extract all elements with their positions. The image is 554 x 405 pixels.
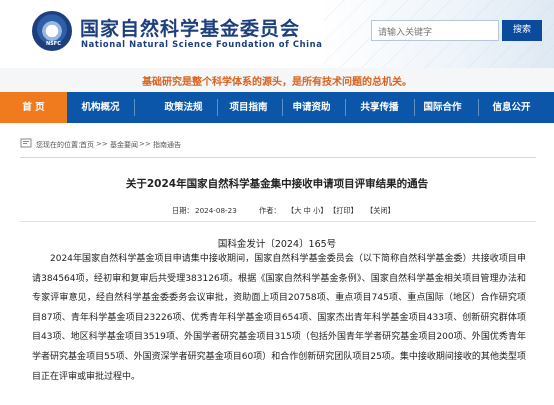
date-label: 日期： xyxy=(172,206,194,215)
close-link[interactable]: 【关闭】 xyxy=(366,206,395,216)
breadcrumb-home[interactable]: 首页 xyxy=(80,140,94,150)
breadcrumb-news[interactable]: 基金要闻 xyxy=(110,140,138,150)
nav-item-international[interactable]: 国际合作 xyxy=(409,92,476,123)
nav-item-guide[interactable]: 项目指南 xyxy=(215,92,282,123)
breadcrumb-separator: >> xyxy=(139,140,151,148)
breadcrumb-prefix: 您现在的位置： xyxy=(36,141,85,149)
logo-emblem-icon xyxy=(40,20,64,42)
nav-item-policy[interactable]: 政策法规 xyxy=(150,92,217,123)
page: NSFC 国家自然科学基金委员会 National Natural Scienc… xyxy=(0,0,554,405)
site-header: NSFC 国家自然科学基金委员会 National Natural Scienc… xyxy=(0,0,554,68)
breadcrumb-notice[interactable]: 指南通告 xyxy=(153,140,181,150)
nav-separator xyxy=(134,99,135,116)
nav-item-about[interactable]: 机构概况 xyxy=(67,92,134,123)
nsfc-logo[interactable]: NSFC xyxy=(32,11,72,51)
nav-item-disclosure[interactable]: 信息公开 xyxy=(478,92,545,123)
breadcrumb-divider xyxy=(20,157,536,158)
print-link[interactable]: 【打印】 xyxy=(329,206,358,216)
document-number: 国科金发计〔2024〕165号 xyxy=(217,239,337,250)
search-input[interactable]: 请输入关键字 xyxy=(371,20,499,41)
slogan-bar: 基础研究是整个科学体系的源头，是所有技术问题的总机关。 xyxy=(0,68,554,92)
article-title: 关于2024年国家自然科学基金集中接收申请项目评审结果的通告 xyxy=(125,178,429,190)
article-date: 2024-08-23 xyxy=(195,206,237,215)
search-button[interactable]: 搜索 xyxy=(502,20,542,41)
article-body: 2024年国家自然科学基金项目申请集中接收期间，国家自然科学基金委员会（以下简称… xyxy=(32,254,526,382)
meta-divider xyxy=(20,221,536,222)
breadcrumb-separator: >> xyxy=(96,140,108,148)
author-label: 作者： xyxy=(259,206,281,215)
slogan-text: 基础研究是整个科学体系的源头，是所有技术问题的总机关。 xyxy=(142,77,412,88)
site-title-cn[interactable]: 国家自然科学基金委员会 xyxy=(80,14,300,41)
nav-item-share[interactable]: 共享传播 xyxy=(346,92,413,123)
font-size-control[interactable]: 【大 中 小】 xyxy=(287,206,328,216)
logo-label: NSFC xyxy=(46,41,61,47)
nav-item-funding[interactable]: 申请资助 xyxy=(278,92,345,123)
main-nav: 首 页 机构概况 政策法规 项目指南 申请资助 共享传播 国际合作 信息公开 xyxy=(0,92,554,123)
home-icon xyxy=(20,138,32,148)
site-title-en: National Natural Science Foundation of C… xyxy=(81,39,323,49)
nav-item-home[interactable]: 首 页 xyxy=(0,92,67,123)
